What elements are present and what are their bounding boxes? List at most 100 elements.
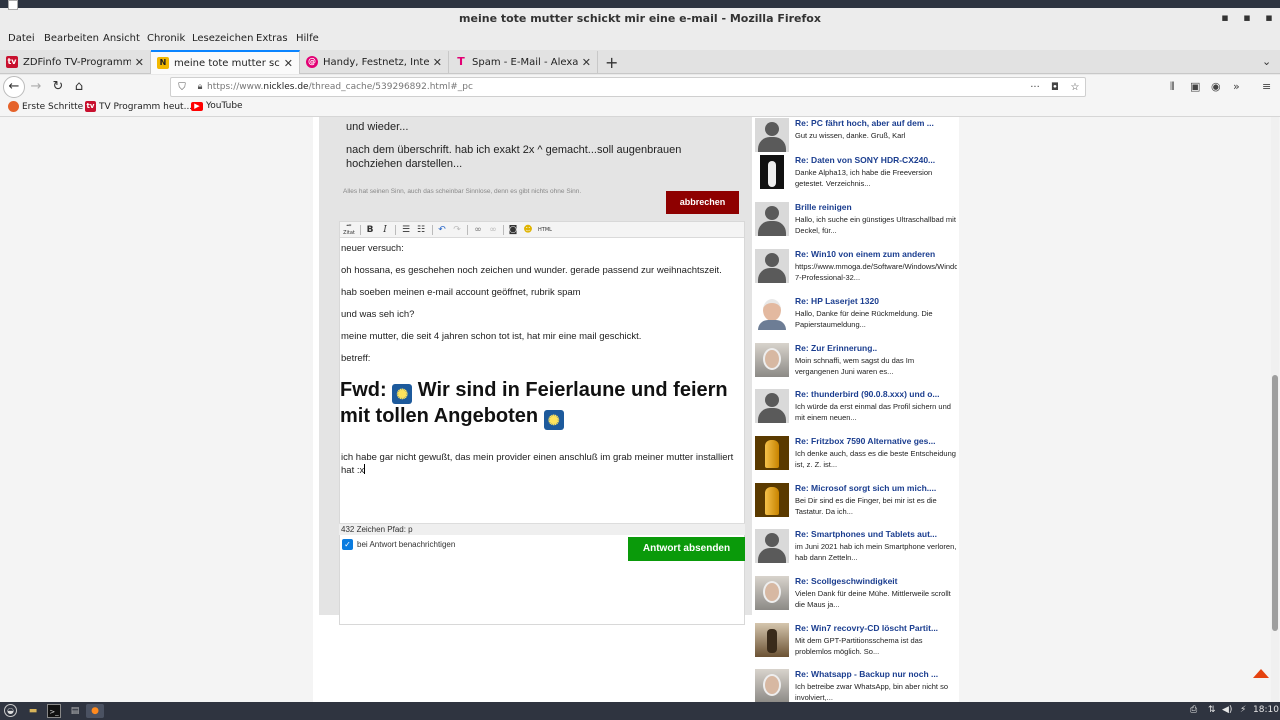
reply-editor[interactable]: ❝❞ Zitat B I ☰ ☷ ↶ ↷ ∞ ∞ ◙ ☻ HTML neuer v… [339, 221, 745, 625]
camera-icon[interactable]: ◙ [507, 224, 519, 236]
back-button[interactable]: ← [3, 76, 25, 98]
volume-icon[interactable]: ◀) [1222, 705, 1232, 715]
italic-button[interactable]: I [379, 224, 391, 236]
thread-item[interactable]: Re: Fritzbox 7590 Alternative ges... Ich… [755, 436, 957, 478]
avatar[interactable] [755, 669, 789, 702]
notify-checkbox-row[interactable]: ✓ bei Antwort benachrichtigen [342, 539, 455, 550]
smiley-icon[interactable]: ☻ [522, 224, 534, 236]
close-tab-icon[interactable]: ✕ [135, 56, 144, 69]
library-icon[interactable]: ⫴ [1170, 80, 1175, 94]
thread-item[interactable]: Re: Smartphones und Tablets aut... im Ju… [755, 529, 957, 571]
thread-item[interactable]: Re: Win10 von einem zum anderen https://… [755, 249, 957, 291]
tab-list-chevron-icon[interactable]: ⌄ [1262, 55, 1271, 68]
minimize-icon[interactable]: ▪ [1218, 11, 1232, 24]
menu-chronik[interactable]: Chronik [147, 33, 185, 44]
thread-item[interactable]: Re: Microsof sorgt sich um mich.... Bei … [755, 483, 955, 525]
avatar[interactable] [755, 389, 789, 423]
new-tab-button[interactable]: + [605, 53, 618, 72]
thread-title[interactable]: Re: Zur Erinnerung.. [795, 343, 957, 353]
tab-telekom-handy[interactable]: @ Handy, Festnetz, Internet, ✕ [300, 51, 449, 73]
tab-zdfinfo[interactable]: tv ZDFinfo TV-Programm: Ach ✕ [0, 51, 151, 73]
thread-item[interactable]: Re: Zur Erinnerung.. Moin schnaffi, wem … [755, 343, 955, 385]
thread-title[interactable]: Re: Smartphones und Tablets aut... [795, 529, 957, 539]
cancel-button[interactable]: abbrechen [666, 191, 739, 214]
avatar[interactable] [755, 118, 789, 152]
url-bar[interactable]: ⛉ 🔒︎ https://www.nickles.de/thread_cache… [170, 77, 1086, 97]
link-icon[interactable]: ∞ [472, 224, 484, 236]
notify-checkbox[interactable]: ✓ [342, 539, 353, 550]
menu-hilfe[interactable]: Hilfe [296, 33, 319, 44]
undo-icon[interactable]: ↶ [436, 224, 448, 236]
thread-title[interactable]: Re: PC fährt hoch, aber auf dem ... [795, 118, 957, 128]
maximize-icon[interactable]: ▪ [1240, 11, 1254, 24]
bookmark-youtube[interactable]: ▶ YouTube [191, 101, 243, 111]
thread-title[interactable]: Re: HP Laserjet 1320 [795, 296, 957, 306]
thread-item[interactable]: Re: Daten von SONY HDR-CX240... Danke Al… [755, 155, 955, 197]
send-reply-button[interactable]: Antwort absenden [628, 537, 745, 561]
scrollbar-thumb[interactable] [1272, 375, 1278, 631]
close-tab-icon[interactable]: ✕ [582, 56, 591, 69]
thread-title[interactable]: Re: Win10 von einem zum anderen [795, 249, 957, 259]
numbered-list-icon[interactable]: ☷ [415, 224, 427, 236]
bookmark-erste-schritte[interactable]: Erste Schritte [8, 101, 83, 112]
unlink-icon[interactable]: ∞ [487, 224, 499, 236]
overflow-chevron-icon[interactable]: » [1233, 80, 1240, 93]
quote-button[interactable]: ❝❞ Zitat [343, 224, 355, 236]
menu-bearbeiten[interactable]: Bearbeiten [44, 33, 99, 44]
thread-title[interactable]: Re: thunderbird (90.0.8.xxx) und o... [795, 389, 957, 399]
html-source-button[interactable]: HTML [537, 224, 553, 236]
window-menu-icon[interactable] [8, 0, 18, 10]
file-manager-icon[interactable]: ▬ [26, 704, 40, 718]
forward-button[interactable]: → [26, 77, 46, 97]
tab-nickles[interactable]: N meine tote mutter schickt ✕ [151, 50, 300, 74]
menu-datei[interactable]: Datei [8, 33, 35, 44]
avatar[interactable] [755, 436, 789, 470]
start-menu-icon[interactable]: ◒ [4, 704, 17, 717]
close-icon[interactable]: ▪ [1262, 11, 1276, 24]
account-icon[interactable]: ◉ [1211, 80, 1221, 93]
thread-item[interactable]: Re: HP Laserjet 1320 Hallo, Danke für de… [755, 296, 955, 338]
thread-item[interactable]: Re: Whatsapp - Backup nur noch ... Ich b… [755, 669, 955, 702]
menu-extras[interactable]: Extras [256, 33, 288, 44]
lock-icon[interactable]: 🔒︎ [193, 82, 207, 92]
hamburger-menu-icon[interactable]: ≡ [1262, 80, 1271, 93]
close-tab-icon[interactable]: ✕ [433, 56, 442, 69]
url-text[interactable]: https://www.nickles.de/thread_cache/5392… [207, 82, 1025, 92]
avatar[interactable] [755, 343, 789, 377]
network-icon[interactable]: ⇅ [1208, 705, 1216, 715]
thread-title[interactable]: Brille reinigen [795, 202, 957, 212]
avatar[interactable] [755, 296, 789, 330]
bullet-list-icon[interactable]: ☰ [400, 224, 412, 236]
avatar[interactable] [755, 483, 789, 517]
thread-item[interactable]: Brille reinigen Hallo, ich suche ein gün… [755, 202, 957, 244]
menu-lesezeichen[interactable]: Lesezeichen [192, 33, 253, 44]
thread-item[interactable]: Re: PC fährt hoch, aber auf dem ... Gut … [755, 118, 955, 160]
thread-item[interactable]: Re: Win7 recovry-CD löscht Partit... Mit… [755, 623, 955, 665]
thread-title[interactable]: Re: Whatsapp - Backup nur noch ... [795, 669, 957, 679]
clock[interactable]: 18:10 [1253, 705, 1279, 715]
close-tab-icon[interactable]: ✕ [284, 57, 293, 70]
avatar[interactable] [760, 155, 784, 189]
printer-icon[interactable]: ⎙ [1190, 705, 1197, 715]
bookmark-tv-programm[interactable]: tv TV Programm heut... [85, 101, 192, 112]
avatar[interactable] [755, 576, 789, 610]
tab-spam-email[interactable]: T Spam - E-Mail - Alexander ✕ [449, 51, 598, 73]
scroll-to-top-icon[interactable] [1253, 669, 1269, 678]
thread-title[interactable]: Re: Scollgeschwindigkeit [795, 576, 957, 586]
bold-button[interactable]: B [364, 224, 376, 236]
avatar[interactable] [755, 249, 789, 283]
thread-title[interactable]: Re: Win7 recovry-CD löscht Partit... [795, 623, 957, 633]
bookmark-star-icon[interactable]: ☆ [1065, 82, 1085, 93]
thread-item[interactable]: Re: Scollgeschwindigkeit Vielen Dank für… [755, 576, 955, 618]
thread-title[interactable]: Re: Fritzbox 7590 Alternative ges... [795, 436, 957, 446]
firefox-taskbar-icon[interactable]: ● [86, 704, 104, 718]
home-button[interactable]: ⌂ [69, 77, 89, 97]
avatar[interactable] [755, 202, 789, 236]
thread-item[interactable]: Re: thunderbird (90.0.8.xxx) und o... Ic… [755, 389, 955, 431]
sidebar-icon[interactable]: ▣ [1190, 80, 1200, 93]
text-editor-icon[interactable]: ▤ [68, 704, 82, 718]
thread-title[interactable]: Re: Daten von SONY HDR-CX240... [795, 155, 957, 165]
menu-ansicht[interactable]: Ansicht [103, 33, 140, 44]
redo-icon[interactable]: ↷ [451, 224, 463, 236]
avatar[interactable] [755, 623, 789, 657]
